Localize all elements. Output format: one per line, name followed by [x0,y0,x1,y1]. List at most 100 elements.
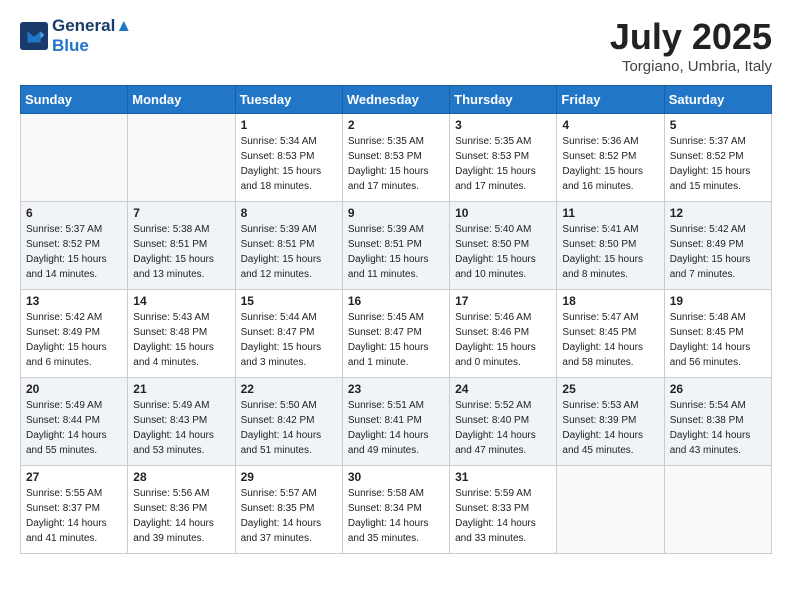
day-info: Sunrise: 5:46 AMSunset: 8:46 PMDaylight:… [455,310,551,370]
day-number: 27 [26,470,122,484]
day-number: 3 [455,118,551,132]
day-info: Sunrise: 5:51 AMSunset: 8:41 PMDaylight:… [348,398,444,458]
calendar-cell: 3 Sunrise: 5:35 AMSunset: 8:53 PMDaylight… [450,114,557,202]
day-number: 4 [562,118,658,132]
day-info: Sunrise: 5:37 AMSunset: 8:52 PMDaylight:… [670,134,766,194]
day-info: Sunrise: 5:35 AMSunset: 8:53 PMDaylight:… [455,134,551,194]
day-number: 7 [133,206,229,220]
logo-icon [20,22,48,50]
col-header-thursday: Thursday [450,86,557,114]
col-header-wednesday: Wednesday [342,86,449,114]
calendar-cell: 24 Sunrise: 5:52 AMSunset: 8:40 PMDayligh… [450,378,557,466]
day-info: Sunrise: 5:40 AMSunset: 8:50 PMDaylight:… [455,222,551,282]
calendar-cell: 26 Sunrise: 5:54 AMSunset: 8:38 PMDayligh… [664,378,771,466]
day-info: Sunrise: 5:39 AMSunset: 8:51 PMDaylight:… [241,222,337,282]
day-info: Sunrise: 5:52 AMSunset: 8:40 PMDaylight:… [455,398,551,458]
day-number: 10 [455,206,551,220]
day-info: Sunrise: 5:48 AMSunset: 8:45 PMDaylight:… [670,310,766,370]
calendar-cell: 25 Sunrise: 5:53 AMSunset: 8:39 PMDayligh… [557,378,664,466]
calendar-cell: 13 Sunrise: 5:42 AMSunset: 8:49 PMDayligh… [21,290,128,378]
calendar-cell: 8 Sunrise: 5:39 AMSunset: 8:51 PMDaylight… [235,202,342,290]
calendar-cell: 4 Sunrise: 5:36 AMSunset: 8:52 PMDaylight… [557,114,664,202]
calendar-cell: 21Sunrise: 5:49 AMSunset: 8:43 PMDayligh… [128,378,235,466]
day-info: Sunrise: 5:58 AMSunset: 8:34 PMDaylight:… [348,486,444,546]
day-number: 13 [26,294,122,308]
day-info: Sunrise: 5:41 AMSunset: 8:50 PMDaylight:… [562,222,658,282]
col-header-tuesday: Tuesday [235,86,342,114]
calendar-week-row: 27 Sunrise: 5:55 AMSunset: 8:37 PMDayligh… [21,466,772,554]
day-info: Sunrise: 5:43 AMSunset: 8:48 PMDaylight:… [133,310,229,370]
calendar-cell: 15Sunrise: 5:44 AMSunset: 8:47 PMDayligh… [235,290,342,378]
day-number: 25 [562,382,658,396]
calendar-cell: 20 Sunrise: 5:49 AMSunset: 8:44 PMDayligh… [21,378,128,466]
calendar-cell: 11 Sunrise: 5:41 AMSunset: 8:50 PMDayligh… [557,202,664,290]
day-number: 18 [562,294,658,308]
day-info: Sunrise: 5:34 AMSunset: 8:53 PMDaylight:… [241,134,337,194]
day-info: Sunrise: 5:47 AMSunset: 8:45 PMDaylight:… [562,310,658,370]
col-header-friday: Friday [557,86,664,114]
day-info: Sunrise: 5:53 AMSunset: 8:39 PMDaylight:… [562,398,658,458]
day-number: 31 [455,470,551,484]
day-info: Sunrise: 5:56 AMSunset: 8:36 PMDaylight:… [133,486,229,546]
calendar-cell: 22Sunrise: 5:50 AMSunset: 8:42 PMDayligh… [235,378,342,466]
day-number: 6 [26,206,122,220]
day-info: Sunrise: 5:42 AMSunset: 8:49 PMDaylight:… [26,310,122,370]
day-number: 8 [241,206,337,220]
day-info: Sunrise: 5:55 AMSunset: 8:37 PMDaylight:… [26,486,122,546]
day-info: Sunrise: 5:57 AMSunset: 8:35 PMDaylight:… [241,486,337,546]
page: General▲ Blue July 2025 Torgiano, Umbria… [0,0,792,570]
day-info: Sunrise: 5:39 AMSunset: 8:51 PMDaylight:… [348,222,444,282]
day-info: Sunrise: 5:49 AMSunset: 8:43 PMDaylight:… [133,398,229,458]
calendar-cell: 19 Sunrise: 5:48 AMSunset: 8:45 PMDayligh… [664,290,771,378]
day-number: 19 [670,294,766,308]
day-number: 22 [241,382,337,396]
calendar-cell: 30 Sunrise: 5:58 AMSunset: 8:34 PMDayligh… [342,466,449,554]
day-number: 2 [348,118,444,132]
col-header-saturday: Saturday [664,86,771,114]
col-header-sunday: Sunday [21,86,128,114]
day-info: Sunrise: 5:45 AMSunset: 8:47 PMDaylight:… [348,310,444,370]
day-info: Sunrise: 5:49 AMSunset: 8:44 PMDaylight:… [26,398,122,458]
calendar-cell: 18 Sunrise: 5:47 AMSunset: 8:45 PMDayligh… [557,290,664,378]
day-number: 12 [670,206,766,220]
day-info: Sunrise: 5:42 AMSunset: 8:49 PMDaylight:… [670,222,766,282]
calendar-cell [557,466,664,554]
location-title: Torgiano, Umbria, Italy [610,58,772,75]
day-number: 9 [348,206,444,220]
day-info: Sunrise: 5:54 AMSunset: 8:38 PMDaylight:… [670,398,766,458]
title-block: July 2025 Torgiano, Umbria, Italy [610,16,772,75]
calendar-cell [21,114,128,202]
calendar-cell: 9 Sunrise: 5:39 AMSunset: 8:51 PMDaylight… [342,202,449,290]
month-title: July 2025 [610,16,772,58]
day-info: Sunrise: 5:38 AMSunset: 8:51 PMDaylight:… [133,222,229,282]
calendar-table: SundayMondayTuesdayWednesdayThursdayFrid… [20,85,772,554]
day-info: Sunrise: 5:35 AMSunset: 8:53 PMDaylight:… [348,134,444,194]
logo: General▲ Blue [20,16,132,55]
calendar-header-row: SundayMondayTuesdayWednesdayThursdayFrid… [21,86,772,114]
calendar-cell: 16Sunrise: 5:45 AMSunset: 8:47 PMDayligh… [342,290,449,378]
day-number: 11 [562,206,658,220]
day-number: 14 [133,294,229,308]
calendar-cell: 17 Sunrise: 5:46 AMSunset: 8:46 PMDayligh… [450,290,557,378]
calendar-cell: 29 Sunrise: 5:57 AMSunset: 8:35 PMDayligh… [235,466,342,554]
day-number: 26 [670,382,766,396]
day-number: 28 [133,470,229,484]
day-info: Sunrise: 5:36 AMSunset: 8:52 PMDaylight:… [562,134,658,194]
calendar-cell: 6Sunrise: 5:37 AMSunset: 8:52 PMDaylight… [21,202,128,290]
logo-text: General▲ Blue [52,16,132,55]
day-number: 29 [241,470,337,484]
day-number: 20 [26,382,122,396]
header: General▲ Blue July 2025 Torgiano, Umbria… [20,16,772,75]
day-number: 17 [455,294,551,308]
calendar-week-row: 13 Sunrise: 5:42 AMSunset: 8:49 PMDayligh… [21,290,772,378]
calendar-cell: 7 Sunrise: 5:38 AMSunset: 8:51 PMDaylight… [128,202,235,290]
day-number: 23 [348,382,444,396]
calendar-cell: 31Sunrise: 5:59 AMSunset: 8:33 PMDayligh… [450,466,557,554]
day-number: 24 [455,382,551,396]
calendar-week-row: 1Sunrise: 5:34 AMSunset: 8:53 PMDaylight… [21,114,772,202]
calendar-cell [128,114,235,202]
calendar-cell: 14 Sunrise: 5:43 AMSunset: 8:48 PMDayligh… [128,290,235,378]
day-info: Sunrise: 5:44 AMSunset: 8:47 PMDaylight:… [241,310,337,370]
calendar-cell: 2 Sunrise: 5:35 AMSunset: 8:53 PMDaylight… [342,114,449,202]
day-number: 30 [348,470,444,484]
